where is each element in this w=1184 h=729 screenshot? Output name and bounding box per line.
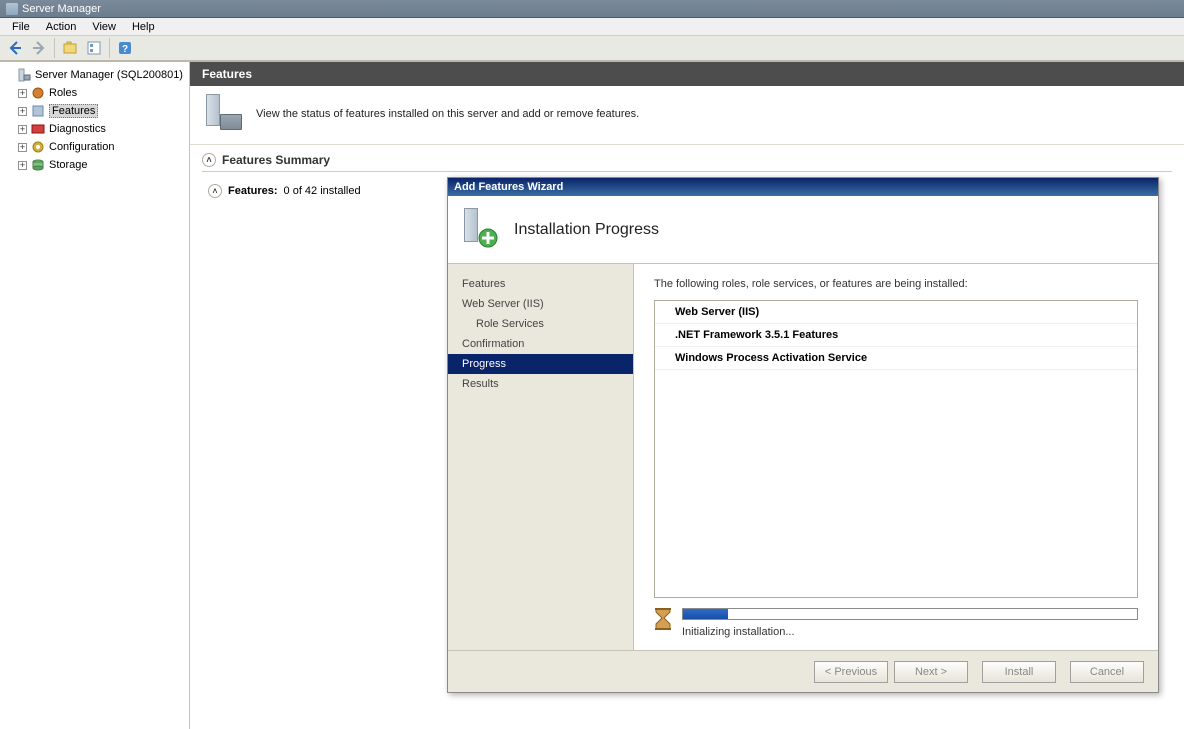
menubar: File Action View Help bbox=[0, 18, 1184, 36]
cancel-button[interactable]: Cancel bbox=[1070, 661, 1144, 683]
wizard-icon bbox=[458, 208, 502, 252]
menu-action[interactable]: Action bbox=[38, 19, 85, 35]
roles-icon bbox=[30, 85, 46, 101]
storage-icon bbox=[30, 157, 46, 173]
server-icon bbox=[16, 67, 32, 83]
wizard-banner-title: Installation Progress bbox=[514, 221, 659, 239]
configuration-icon bbox=[30, 139, 46, 155]
expand-icon[interactable]: + bbox=[18, 107, 27, 116]
install-list: Web Server (IIS) .NET Framework 3.5.1 Fe… bbox=[654, 300, 1138, 598]
expand-icon[interactable]: + bbox=[18, 125, 27, 134]
svg-text:?: ? bbox=[122, 44, 128, 55]
expand-icon[interactable]: + bbox=[18, 143, 27, 152]
toolbar-separator bbox=[54, 38, 55, 58]
previous-button[interactable]: < Previous bbox=[814, 661, 888, 683]
progress-text: Initializing installation... bbox=[682, 626, 1138, 638]
wizard-nav-webserver[interactable]: Web Server (IIS) bbox=[448, 294, 633, 314]
content-header: Features bbox=[190, 62, 1184, 86]
features-page-icon bbox=[202, 94, 244, 136]
menu-view[interactable]: View bbox=[84, 19, 124, 35]
tree-item-diagnostics[interactable]: + Diagnostics bbox=[16, 120, 187, 138]
wizard-button-row: < Previous Next > Install Cancel bbox=[448, 650, 1158, 692]
menu-help[interactable]: Help bbox=[124, 19, 163, 35]
back-button[interactable] bbox=[4, 37, 26, 59]
next-button[interactable]: Next > bbox=[894, 661, 968, 683]
summary-title: Features Summary bbox=[222, 153, 330, 167]
add-features-wizard: Add Features Wizard Installation Progres… bbox=[447, 177, 1159, 693]
plus-icon bbox=[478, 228, 498, 248]
features-value: 0 of 42 installed bbox=[284, 185, 361, 197]
content-description: View the status of features installed on… bbox=[256, 94, 639, 120]
refresh-button[interactable] bbox=[59, 37, 81, 59]
wizard-nav-features[interactable]: Features bbox=[448, 274, 633, 294]
tree-item-storage[interactable]: + Storage bbox=[16, 156, 187, 174]
wizard-intro-text: The following roles, role services, or f… bbox=[654, 278, 1138, 290]
tree-item-configuration[interactable]: + Configuration bbox=[16, 138, 187, 156]
wizard-nav-results[interactable]: Results bbox=[448, 374, 633, 394]
chevron-up-icon: ˄ bbox=[208, 184, 222, 198]
arrow-left-icon bbox=[7, 40, 23, 56]
progress-bar bbox=[682, 608, 1138, 620]
tree-root[interactable]: Server Manager (SQL200801) bbox=[2, 66, 187, 84]
install-item: Windows Process Activation Service bbox=[655, 347, 1137, 370]
toolbar-separator bbox=[109, 38, 110, 58]
toolbar: ? bbox=[0, 36, 1184, 62]
install-button[interactable]: Install bbox=[982, 661, 1056, 683]
navigation-tree: Server Manager (SQL200801) + Roles + Fea… bbox=[0, 62, 190, 729]
help-button[interactable]: ? bbox=[114, 37, 136, 59]
help-icon: ? bbox=[117, 40, 133, 56]
wizard-nav: Features Web Server (IIS) Role Services … bbox=[448, 264, 633, 650]
tree-item-roles[interactable]: + Roles bbox=[16, 84, 187, 102]
arrow-right-icon bbox=[31, 40, 47, 56]
install-item: .NET Framework 3.5.1 Features bbox=[655, 324, 1137, 347]
chevron-up-icon: ˄ bbox=[202, 153, 216, 167]
menu-file[interactable]: File bbox=[4, 19, 38, 35]
window-titlebar: Server Manager bbox=[0, 0, 1184, 18]
wizard-nav-confirmation[interactable]: Confirmation bbox=[448, 334, 633, 354]
forward-button[interactable] bbox=[28, 37, 50, 59]
window-title: Server Manager bbox=[22, 3, 101, 15]
tree-root-label: Server Manager (SQL200801) bbox=[35, 69, 183, 81]
diagnostics-icon bbox=[30, 121, 46, 137]
tree-item-features[interactable]: + Features bbox=[16, 102, 187, 120]
folder-refresh-icon bbox=[62, 40, 78, 56]
wizard-nav-progress[interactable]: Progress bbox=[448, 354, 633, 374]
features-label: Features: bbox=[228, 185, 278, 197]
app-icon bbox=[6, 3, 18, 15]
wizard-banner: Installation Progress bbox=[448, 196, 1158, 264]
install-item: Web Server (IIS) bbox=[655, 301, 1137, 324]
expand-icon[interactable]: + bbox=[18, 89, 27, 98]
hourglass-icon bbox=[654, 608, 672, 630]
expand-icon[interactable]: + bbox=[18, 161, 27, 170]
properties-button[interactable] bbox=[83, 37, 105, 59]
wizard-content: The following roles, role services, or f… bbox=[633, 264, 1158, 650]
wizard-titlebar: Add Features Wizard bbox=[448, 178, 1158, 196]
features-summary-header[interactable]: ˄ Features Summary bbox=[202, 153, 1172, 172]
wizard-nav-roleservices[interactable]: Role Services bbox=[448, 314, 633, 334]
properties-icon bbox=[86, 40, 102, 56]
progress-fill bbox=[683, 609, 728, 619]
features-icon bbox=[30, 103, 46, 119]
